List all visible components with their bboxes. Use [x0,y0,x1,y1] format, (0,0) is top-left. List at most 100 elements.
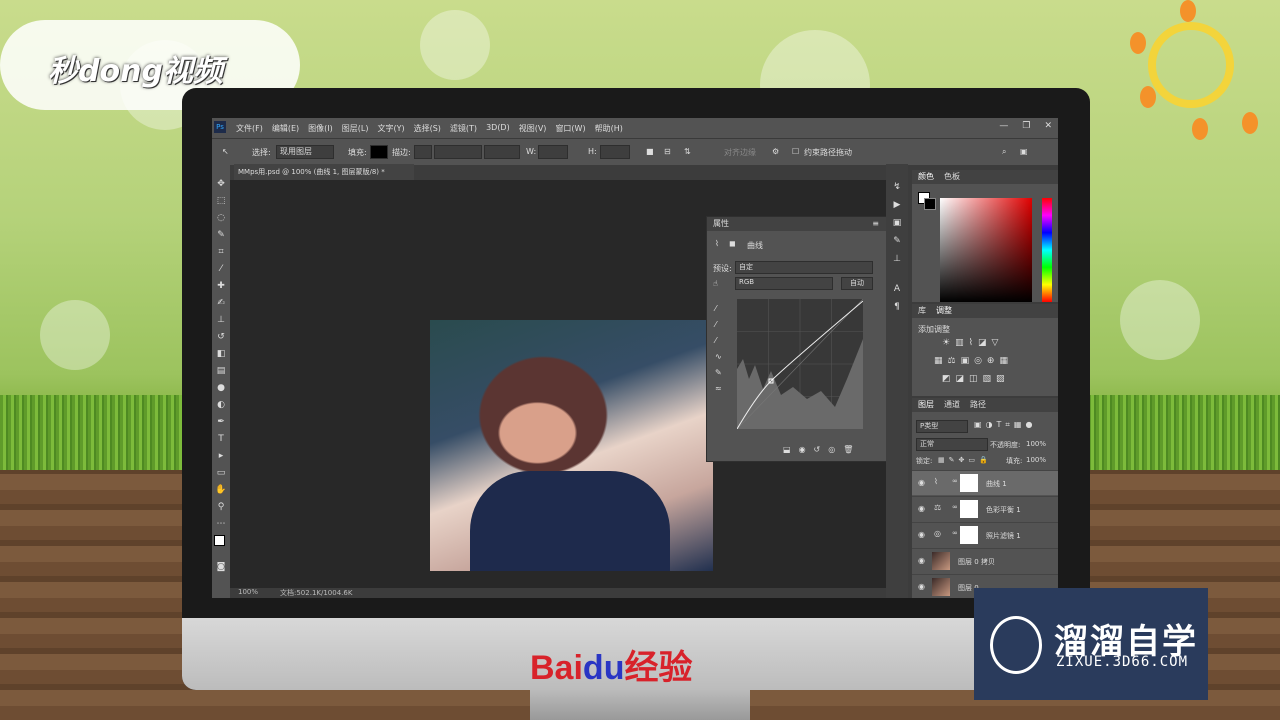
clone-panel-icon[interactable]: ⊥ [886,250,908,268]
menu-filter[interactable]: 滤镜(T) [450,123,477,134]
curves-graph[interactable] [737,299,863,429]
history-panel-icon[interactable]: ↯ [886,178,908,196]
foreground-swatch[interactable] [214,535,225,546]
layer-image-thumbnail[interactable] [932,552,950,570]
align-edges-checkbox-label[interactable]: 对齐边缘 [724,147,756,158]
width-field[interactable] [538,145,568,159]
move-tool-icon[interactable]: ✥ [212,176,230,193]
actions-panel-icon[interactable]: ▶ [886,196,908,214]
visibility-eye-icon[interactable]: ◎ [828,445,835,454]
fg-bg-swatches[interactable] [212,535,230,559]
path-align-icon[interactable]: ⊟ [664,147,671,156]
layer-kind-filter[interactable]: P类型 [916,420,968,433]
menu-window[interactable]: 窗口(W) [555,123,585,134]
menu-type[interactable]: 文字(Y) [377,123,404,134]
tab-color[interactable]: 颜色 [918,170,934,184]
layer-row-color-balance[interactable]: ◉ ⚖ ∞ 色彩平衡 1 [912,496,1058,521]
workspace-icon[interactable]: ▣ [1020,147,1028,156]
curve-point-tool-icon[interactable]: ∿ [715,349,722,365]
layer-row-image-copy[interactable]: ◉ 图层 0 拷贝 [912,548,1058,573]
document-photo[interactable] [430,320,713,571]
gradient-tool-icon[interactable]: ▤ [212,363,230,380]
document-tab[interactable]: MMps用.psd @ 100% (曲线 1, 图层蒙版/8) * [234,164,414,180]
preset-dropdown[interactable]: 自定 [735,261,873,274]
type-tool-icon[interactable]: T [212,431,230,448]
zoom-tool-icon[interactable]: ⚲ [212,499,230,516]
menu-3d[interactable]: 3D(D) [486,123,510,134]
eye-icon[interactable]: ◉ [918,478,925,487]
target-adjust-icon[interactable]: ☝ [713,279,718,288]
tab-paths[interactable]: 路径 [970,398,986,412]
quick-select-tool-icon[interactable]: ✎ [212,227,230,244]
color-picker-field[interactable] [940,198,1032,302]
tab-channels[interactable]: 通道 [944,398,960,412]
select-dropdown[interactable]: 现用图层 [276,145,334,159]
eye-icon[interactable]: ◉ [918,556,925,565]
link-icon[interactable]: ∞ [952,477,958,485]
view-previous-icon[interactable]: ◉ [799,445,806,454]
menu-image[interactable]: 图像(I) [308,123,333,134]
layer-image-thumbnail[interactable] [932,578,950,596]
black-point-eyedropper-icon[interactable]: ⁄ [715,301,722,317]
hand-tool-icon[interactable]: ✋ [212,482,230,499]
layer-mask-thumbnail[interactable] [960,500,978,518]
fill-swatch[interactable] [370,145,388,159]
adjustment-icons-row-2[interactable]: ▦⚖▣◎⊕▦ [934,356,1013,366]
opacity-value[interactable]: 100% [1026,440,1046,448]
layer-mask-thumbnail[interactable] [960,526,978,544]
eye-icon[interactable]: ◉ [918,582,925,591]
history-brush-icon[interactable]: ↺ [212,329,230,346]
minimize-button[interactable]: — [999,121,1008,131]
adjustment-icons-row-1[interactable]: ☀▥⌇◪▽ [942,338,1003,348]
menu-edit[interactable]: 编辑(E) [272,123,299,134]
eraser-tool-icon[interactable]: ◧ [212,346,230,363]
constrain-paths-checkbox[interactable]: ☐ [792,147,799,156]
layer-mask-thumbnail[interactable] [960,474,978,492]
pencil-curve-icon[interactable]: ✎ [715,365,722,381]
stroke-swatch[interactable] [414,145,432,159]
menu-layer[interactable]: 图层(L) [342,123,369,134]
lasso-tool-icon[interactable]: ◌ [212,210,230,227]
smooth-curve-icon[interactable]: ≈ [715,381,722,397]
tab-adjustments[interactable]: 调整 [936,304,952,318]
blend-mode-dropdown[interactable]: 正常 [916,438,988,451]
restore-button[interactable]: ❐ [1022,121,1030,131]
fill-value[interactable]: 100% [1026,456,1046,464]
reset-icon[interactable]: ↺ [814,445,821,454]
marquee-tool-icon[interactable]: ⬚ [212,193,230,210]
menu-help[interactable]: 帮助(H) [595,123,623,134]
close-button[interactable]: ✕ [1044,121,1052,131]
dodge-tool-icon[interactable]: ◐ [212,397,230,414]
white-point-eyedropper-icon[interactable]: ⁄ [715,333,722,349]
layer-row-curves[interactable]: ◉ ⌇ ∞ 曲线 1 [912,470,1058,495]
menu-view[interactable]: 视图(V) [519,123,547,134]
background-color-swatch[interactable] [924,198,936,210]
eye-icon[interactable]: ◉ [918,504,925,513]
character-panel-icon[interactable]: A [886,280,908,298]
tab-layers[interactable]: 图层 [918,398,934,412]
mask-icon[interactable]: ◼ [729,239,736,248]
link-icon[interactable]: ∞ [952,529,958,537]
zoom-level[interactable]: 100% [238,588,258,596]
stamp-tool-icon[interactable]: ⊥ [212,312,230,329]
hue-slider[interactable] [1042,198,1052,302]
pen-tool-icon[interactable]: ✒ [212,414,230,431]
layer-filter-icons[interactable]: ▣◑T⌗▦● [974,420,1036,430]
layer-row-photo-filter[interactable]: ◉ ◎ ∞ 照片滤镜 1 [912,522,1058,547]
gear-icon[interactable]: ⚙ [772,147,779,156]
auto-button[interactable]: 自动 [841,277,873,290]
search-icon[interactable]: ⌕ [1002,147,1006,157]
clip-to-layer-icon[interactable]: ⬓ [783,445,791,454]
channel-dropdown[interactable]: RGB [735,277,833,290]
menu-select[interactable]: 选择(S) [414,123,441,134]
shape-tool-icon[interactable]: ▭ [212,465,230,482]
info-panel-icon[interactable]: ▣ [886,214,908,232]
gray-point-eyedropper-icon[interactable]: ⁄ [715,317,722,333]
height-field[interactable] [600,145,630,159]
brush-tool-icon[interactable]: ✍ [212,295,230,312]
adjustment-icons-row-3[interactable]: ◩◪◫▧▨ [942,374,1010,384]
more-tools-icon[interactable]: ⋯ [212,516,230,533]
blur-tool-icon[interactable]: ● [212,380,230,397]
healing-tool-icon[interactable]: ✚ [212,278,230,295]
crop-tool-icon[interactable]: ⌗ [212,244,230,261]
